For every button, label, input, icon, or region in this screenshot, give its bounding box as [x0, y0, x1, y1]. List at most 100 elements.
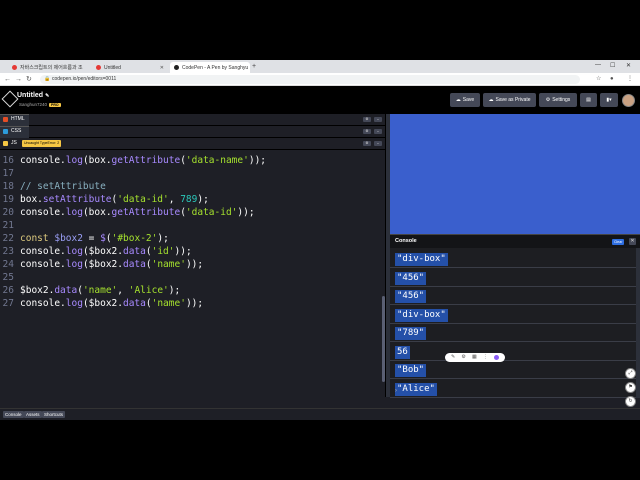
change-view-button[interactable]: ▤ — [580, 93, 597, 107]
console-value[interactable]: "789" — [395, 327, 427, 340]
pro-badge: PRO — [49, 102, 61, 107]
console-value[interactable]: "456" — [395, 271, 427, 285]
pen-title[interactable]: Untitled ✎ — [17, 92, 49, 99]
error-badge[interactable]: Uncaught TypeError: 2 — [22, 140, 62, 147]
close-icon[interactable]: ✕ — [157, 65, 164, 71]
code-editor[interactable]: 16 console.log(box.getAttribute('data-nam… — [0, 152, 390, 397]
lock-icon: 🔒 — [44, 76, 51, 82]
console-value[interactable]: 56 — [395, 345, 410, 359]
code-line[interactable]: 16 console.log(box.getAttribute('data-nam… — [0, 154, 385, 167]
editor-area: HTML ⚙ ⌄ CSS ⚙ ⌄ JS Uncaught TypeError: … — [0, 114, 390, 397]
pencil-icon[interactable]: ✎ — [451, 353, 455, 362]
code-line[interactable]: 17 — [0, 167, 385, 180]
codepen-header: Untitled ✎ Sanghun7240 PRO ☁ Save ☁ Save as … — [0, 86, 640, 114]
pen-author[interactable]: Sanghun7240 PRO — [19, 102, 61, 107]
move-icon[interactable]: ⤢ — [625, 368, 636, 379]
url-text: codepen.io/pen/editors=0011 — [52, 76, 117, 82]
maximize-icon[interactable]: ☐ — [610, 62, 615, 69]
forward-icon[interactable]: → — [15, 75, 22, 84]
html-panel-header[interactable]: HTML ⚙ ⌄ — [0, 114, 390, 126]
line-number: 20 — [2, 207, 14, 218]
chevron-down-icon[interactable]: ⌄ — [374, 141, 382, 146]
settings-icon[interactable]: ⚙ — [461, 353, 465, 362]
more-menu-button[interactable]: ▮▾ — [600, 93, 618, 107]
chevron-down-icon[interactable]: ⌄ — [374, 117, 382, 122]
menu-icon[interactable]: ⋮ — [627, 75, 633, 84]
code-line[interactable]: 21 — [0, 219, 385, 232]
line-number: 19 — [2, 194, 14, 205]
profile-icon[interactable]: ● — [610, 75, 614, 84]
panel-settings-icon[interactable]: ⚙ — [363, 141, 371, 146]
new-tab-button[interactable]: + — [252, 62, 256, 71]
console-log-entry: "456" — [390, 269, 636, 287]
window-close-icon[interactable]: ✕ — [626, 62, 631, 69]
close-icon[interactable]: ✕ — [248, 65, 250, 71]
console-value[interactable]: "div-box" — [395, 308, 448, 322]
console-value[interactable]: "Bob" — [395, 364, 427, 377]
codepen-logo-icon[interactable] — [1, 90, 19, 108]
panel-settings-icon[interactable]: ⚙ — [363, 117, 371, 122]
tab-favicon-icon — [12, 65, 17, 70]
console-scrollbar[interactable] — [636, 248, 640, 398]
avatar[interactable] — [622, 94, 635, 107]
code-line[interactable]: 18 // setAttribute — [0, 180, 385, 193]
code-text: const $box2 = $('#box-2'); — [20, 233, 169, 244]
screen: 자바스크립트의 제어흐름과 조 ✕ Untitled ✕ CodePen - A… — [0, 60, 640, 420]
back-icon[interactable]: ← — [4, 75, 11, 84]
line-number: 18 — [2, 181, 14, 192]
assets-button[interactable]: Assets — [24, 411, 42, 418]
grid-icon[interactable]: ▦ — [472, 353, 477, 362]
console-log-entry: "div-box" — [390, 306, 636, 324]
more-icon[interactable]: ⋮ — [483, 353, 488, 362]
console-value[interactable]: "div-box" — [395, 253, 448, 266]
shortcuts-button[interactable]: Shortcuts — [42, 411, 66, 418]
console-prompt[interactable]: › — [395, 388, 397, 394]
record-icon[interactable] — [493, 355, 499, 360]
tab-label: 자바스크립트의 제어흐름과 조 — [20, 65, 83, 71]
code-line[interactable]: 23 console.log($box2.data('id')); — [0, 245, 385, 258]
close-icon[interactable]: ✕ — [629, 238, 636, 245]
code-line[interactable]: 26 $box2.data('name', 'Alice'); — [0, 284, 385, 297]
chevron-down-icon[interactable]: ⌄ — [374, 129, 382, 134]
tab-favicon-icon — [174, 65, 179, 70]
settings-button[interactable]: ⚙ Settings — [539, 93, 577, 107]
line-number: 21 — [2, 220, 14, 231]
reload-icon[interactable]: ↻ — [26, 75, 32, 84]
console-value[interactable]: "456" — [395, 290, 427, 303]
code-line[interactable]: 20 console.log(box.getAttribute('data-id'… — [0, 206, 385, 219]
tag-icon[interactable]: ⚑ — [625, 382, 636, 393]
code-line[interactable]: 19 box.setAttribute('data-id', 789); — [0, 193, 385, 206]
console-log-entry: 56 — [390, 343, 636, 361]
console-value[interactable]: "Alice" — [395, 382, 437, 396]
refresh-icon[interactable]: ↻ — [625, 396, 636, 407]
code-line[interactable]: 24 console.log($box2.data('name')); — [0, 258, 385, 271]
panel-settings-icon[interactable]: ⚙ — [363, 129, 371, 134]
js-icon — [3, 141, 8, 146]
code-line[interactable]: 22 const $box2 = $('#box-2'); — [0, 232, 385, 245]
close-icon[interactable]: ✕ — [83, 65, 84, 71]
star-icon[interactable]: ☆ — [596, 75, 601, 84]
pencil-icon[interactable]: ✎ — [45, 93, 49, 99]
code-line[interactable]: 27 console.log($box2.data('name')); — [0, 297, 385, 310]
save-button[interactable]: ☁ Save — [450, 93, 480, 107]
browser-tab-3[interactable]: CodePen - A Pen by Sanghyu ✕ — [170, 62, 250, 73]
js-panel-header[interactable]: JS Uncaught TypeError: 2 ⚙ ⌄ — [0, 138, 390, 150]
console-log-entry: "Alice" — [390, 380, 636, 398]
css-panel-header[interactable]: CSS ⚙ ⌄ — [0, 126, 390, 138]
code-text: console.log(box.getAttribute('data-name'… — [20, 155, 267, 166]
address-bar-row: ← → ↻ 🔒 codepen.io/pen/editors=0011 ☆ ● … — [0, 73, 640, 86]
browser-tab-bar: 자바스크립트의 제어흐름과 조 ✕ Untitled ✕ CodePen - A… — [0, 60, 640, 73]
clear-button[interactable]: Clear — [612, 239, 625, 245]
console-panel: Console Clear ✕ "div-box" "456" "456" "div-… — [390, 234, 640, 407]
code-text: // setAttribute — [20, 181, 106, 192]
code-line[interactable]: 25 — [0, 271, 385, 284]
browser-tab-1[interactable]: 자바스크립트의 제어흐름과 조 ✕ — [8, 62, 84, 73]
code-text: $box2.data('name', 'Alice'); — [20, 285, 181, 296]
document-icon: ▮▾ — [606, 97, 612, 103]
line-number: 24 — [2, 259, 14, 270]
browser-tab-2[interactable]: Untitled ✕ — [92, 62, 168, 73]
url-field[interactable]: 🔒 codepen.io/pen/editors=0011 — [40, 75, 580, 84]
console-button[interactable]: Console — [3, 411, 24, 418]
minimize-icon[interactable]: — — [595, 62, 601, 68]
save-private-button[interactable]: ☁ Save as Private — [483, 93, 536, 107]
